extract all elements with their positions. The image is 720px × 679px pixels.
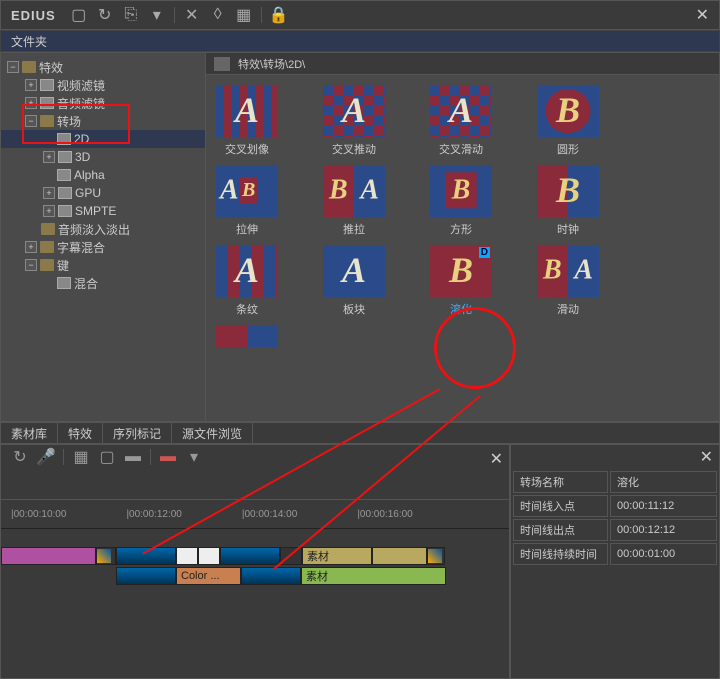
filter-icon (40, 97, 54, 109)
tl-tool-3[interactable]: ▦ (72, 448, 90, 466)
tree-panel: −特效 +视频滤镜 +音频滤镜 −转场 2D +3D Alpha +GPU +S… (1, 53, 206, 421)
close-button[interactable]: ✕ (696, 5, 709, 25)
tree-transition[interactable]: −转场 (1, 112, 205, 130)
tool-icon-2[interactable]: ↻ (96, 6, 114, 24)
folder-icon (40, 259, 54, 271)
info-table: 转场名称溶化 时间线入点00:00:11:12 时间线出点00:00:12:12… (511, 469, 719, 567)
info-row: 时间线出点00:00:12:12 (513, 519, 717, 541)
collapse-icon[interactable]: − (7, 61, 19, 73)
grid-item[interactable]: B时钟 (537, 165, 599, 237)
info-panel: ✕ 转场名称溶化 时间线入点00:00:11:12 时间线出点00:00:12:… (510, 444, 720, 679)
grid-item[interactable]: A交叉滑动 (430, 85, 492, 157)
info-row: 时间线入点00:00:11:12 (513, 495, 717, 517)
expand-icon[interactable]: + (25, 241, 37, 253)
tree-item-alpha[interactable]: Alpha (1, 166, 205, 184)
thumbnail-grid: A交叉划像 A交叉推动 A交叉滑动 B圆形 AB拉伸 BA推拉 B方形 B时钟 … (206, 75, 719, 421)
separator (174, 7, 175, 23)
expand-icon[interactable]: + (25, 97, 37, 109)
tab-library[interactable]: 素材库 (1, 423, 58, 443)
item-icon (58, 151, 72, 163)
tl-tool-5[interactable]: ▬ (124, 448, 142, 466)
lower-section: ↻ 🎤 ▦ ▢ ▬ ▬ ▾ ✕ |00:00:10:00 |00:00:12:0… (0, 444, 720, 679)
timeline-panel: ↻ 🎤 ▦ ▢ ▬ ▬ ▾ ✕ |00:00:10:00 |00:00:12:0… (0, 444, 510, 679)
info-row: 转场名称溶化 (513, 471, 717, 493)
grid-item[interactable]: BA滑动 (537, 245, 599, 317)
tree-item-2d[interactable]: 2D (1, 130, 205, 148)
mic-icon[interactable]: 🎤 (37, 448, 55, 466)
grid-item[interactable] (216, 325, 278, 347)
item-icon (58, 205, 72, 217)
cut-icon[interactable]: ✕ (183, 6, 201, 24)
breadcrumb-bar: 特效\转场\2D\ (206, 53, 719, 75)
expand-icon[interactable]: + (43, 205, 55, 217)
item-icon (57, 133, 71, 145)
app-name: EDIUS (11, 8, 56, 23)
folder-icon (40, 115, 54, 127)
expand-icon[interactable]: + (43, 187, 55, 199)
grid-item[interactable]: A交叉推动 (323, 85, 385, 157)
grid-item[interactable]: B方形 (430, 165, 492, 237)
tree-video-filter[interactable]: +视频滤镜 (1, 76, 205, 94)
tree-mix[interactable]: 混合 (1, 274, 205, 292)
tree-subtitle-mix[interactable]: +字幕混合 (1, 238, 205, 256)
tab-effects[interactable]: 特效 (58, 423, 103, 443)
grid-item[interactable]: B圆形 (537, 85, 599, 157)
item-icon (57, 169, 71, 181)
breadcrumb-text: 特效\转场\2D\ (238, 56, 305, 72)
filter-icon (40, 79, 54, 91)
tl-tool-4[interactable]: ▢ (98, 448, 116, 466)
tree-root[interactable]: −特效 (1, 58, 205, 76)
grid-icon[interactable]: ▦ (235, 6, 253, 24)
folder-icon (41, 223, 55, 235)
item-icon (58, 187, 72, 199)
track-1[interactable]: 素材 (1, 547, 509, 565)
tree-audio-fade[interactable]: 音频淡入淡出 (1, 220, 205, 238)
collapse-icon[interactable]: − (25, 115, 37, 127)
tree-audio-filter[interactable]: +音频滤镜 (1, 94, 205, 112)
grid-item[interactable]: AB拉伸 (216, 165, 278, 237)
info-row: 时间线持续时间00:00:01:00 (513, 543, 717, 565)
back-icon[interactable] (214, 57, 230, 71)
main-area: −特效 +视频滤镜 +音频滤镜 −转场 2D +3D Alpha +GPU +S… (0, 52, 720, 422)
timeline-toolbar: ↻ 🎤 ▦ ▢ ▬ ▬ ▾ (1, 445, 509, 469)
content-pane: 特效\转场\2D\ A交叉划像 A交叉推动 A交叉滑动 B圆形 AB拉伸 BA推… (206, 53, 719, 421)
tree-item-gpu[interactable]: +GPU (1, 184, 205, 202)
item-icon (57, 277, 71, 289)
tracks: 素材 Color ... 素材 (1, 529, 509, 585)
grid-item[interactable]: A交叉划像 (216, 85, 278, 157)
track-2[interactable]: Color ... 素材 (1, 567, 509, 585)
tool-icon-1[interactable]: ▢ (70, 6, 88, 24)
lock-icon[interactable]: 🔒 (270, 6, 288, 24)
folder-label: 文件夹 (11, 33, 47, 50)
tab-source-browse[interactable]: 源文件浏览 (172, 423, 253, 443)
tab-markers[interactable]: 序列标记 (103, 423, 172, 443)
tree-item-smpte[interactable]: +SMPTE (1, 202, 205, 220)
info-close[interactable]: ✕ (700, 447, 713, 467)
folder-header: 文件夹 (0, 30, 720, 52)
collapse-icon[interactable]: − (25, 259, 37, 271)
expand-icon[interactable]: + (43, 151, 55, 163)
drop-icon[interactable]: ◊ (209, 6, 227, 24)
tl-tool-1[interactable]: ↻ (11, 448, 29, 466)
default-badge: D (479, 247, 490, 258)
title-bar: EDIUS ▢ ↻ ⎘ ▾ ✕ ◊ ▦ 🔒 ✕ (0, 0, 720, 30)
grid-item-selected[interactable]: BD溶化 (430, 245, 492, 317)
grid-item[interactable]: BA推拉 (323, 165, 385, 237)
grid-item[interactable]: A条纹 (216, 245, 278, 317)
tl-tool-7[interactable]: ▾ (185, 448, 203, 466)
grid-item[interactable]: A板块 (323, 245, 385, 317)
tree-item-3d[interactable]: +3D (1, 148, 205, 166)
folder-icon (40, 241, 54, 253)
time-ruler[interactable]: |00:00:10:00 |00:00:12:00 |00:00:14:00 |… (1, 499, 509, 529)
tl-tool-6[interactable]: ▬ (159, 448, 177, 466)
folder-icon (22, 61, 36, 73)
tool-dropdown[interactable]: ▾ (148, 6, 166, 24)
tool-icon-3[interactable]: ⎘ (122, 6, 140, 24)
separator (261, 7, 262, 23)
tree-key[interactable]: −键 (1, 256, 205, 274)
bottom-tabs: 素材库 特效 序列标记 源文件浏览 (0, 422, 720, 444)
timeline-close[interactable]: ✕ (490, 449, 503, 469)
expand-icon[interactable]: + (25, 79, 37, 91)
